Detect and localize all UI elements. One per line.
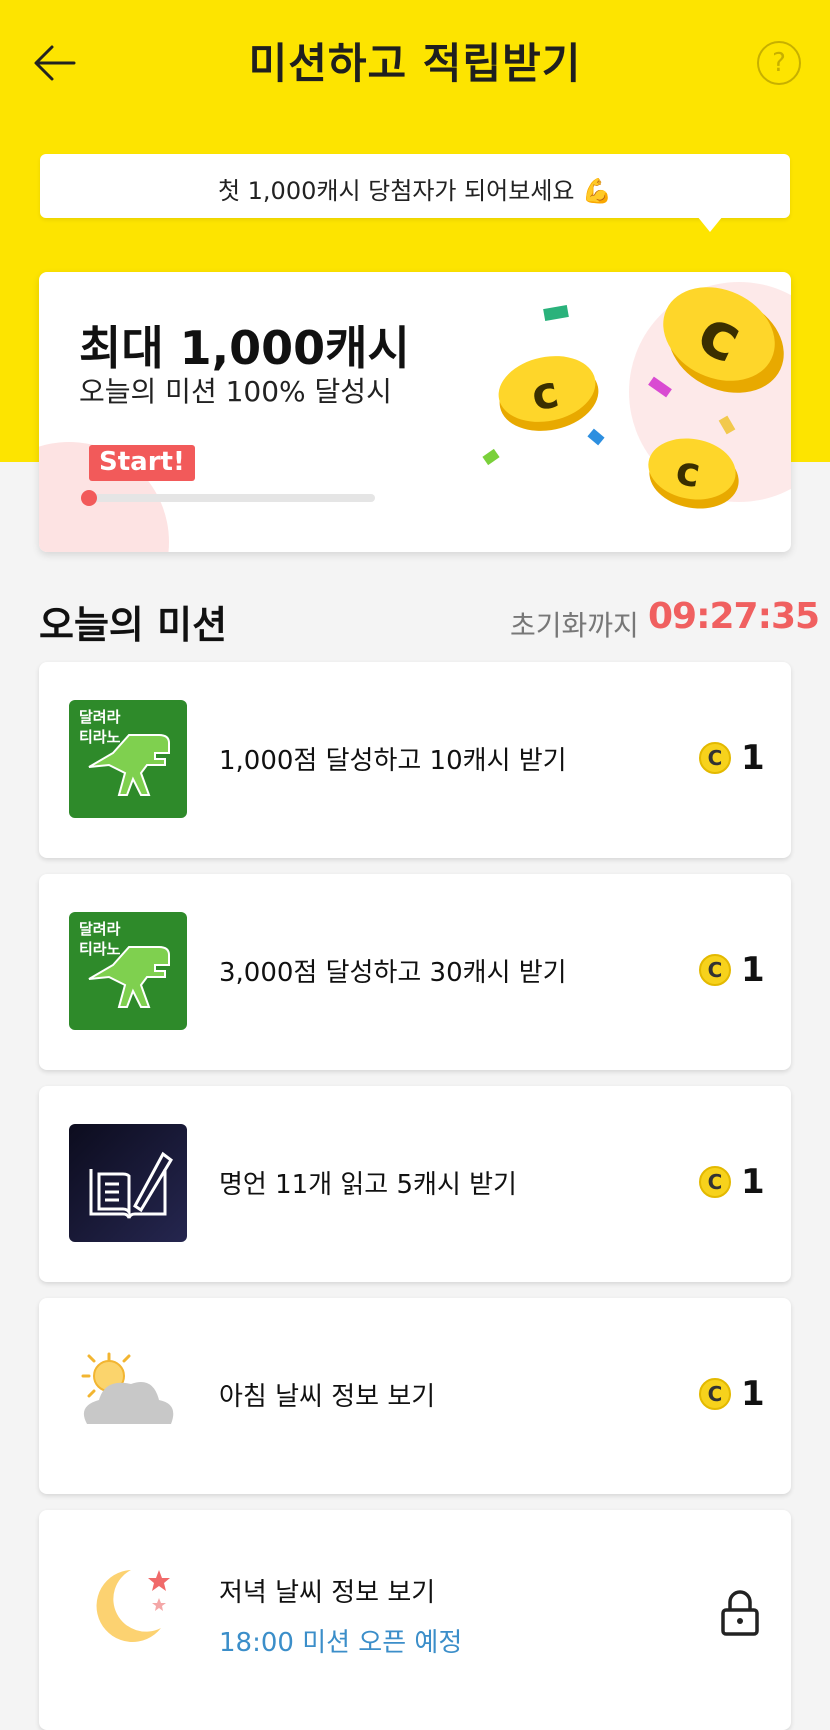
hero-subtitle: 오늘의 미션 100% 달성시 — [79, 375, 392, 408]
start-badge: Start! — [89, 445, 195, 481]
promo-bubble-tail — [697, 216, 723, 232]
mission-progress-bar — [81, 490, 375, 506]
dino-game-thumb: 달려라 티라노 — [69, 700, 187, 818]
svg-text:달려라: 달려라 — [79, 708, 121, 726]
svg-text:달려라: 달려라 — [79, 920, 121, 938]
sun-cloud-icon — [69, 1336, 187, 1454]
reset-label: 초기화까지 — [510, 609, 639, 642]
progress-dot — [81, 490, 97, 506]
mission-text: 아침 날씨 정보 보기 — [219, 1382, 436, 1412]
coin-icon: C — [699, 742, 731, 774]
mission-card[interactable]: 명언 11개 읽고 5캐시 받기 C 1 — [39, 1086, 791, 1282]
help-button[interactable]: ? — [757, 41, 801, 85]
dino-game-thumb: 달려라 티라노 — [69, 912, 187, 1030]
reward-amount: 1 — [741, 1162, 765, 1202]
reset-timer: 09:27:35 — [648, 596, 820, 637]
promo-bubble-text: 첫 1,000캐시 당첨자가 되어보세요 💪 — [217, 177, 613, 205]
top-bar: 미션하고 적립받기 ? — [0, 0, 830, 120]
mission-open-time: 18:00 미션 오픈 예정 — [219, 1628, 463, 1658]
reward-amount: 1 — [741, 950, 765, 990]
mission-text: 1,000점 달성하고 10캐시 받기 — [219, 746, 567, 776]
mission-card[interactable]: 달려라 티라노 1,000점 달성하고 10캐시 받기 C 1 — [39, 662, 791, 858]
coin-icon: C — [699, 1166, 731, 1198]
hero-title: 최대 1,000캐시 — [79, 321, 410, 375]
coin-icon: C — [699, 1378, 731, 1410]
coin-icon: C — [699, 954, 731, 986]
help-icon: ? — [772, 48, 786, 78]
reward-amount: 1 — [741, 738, 765, 778]
promo-bubble: 첫 1,000캐시 당첨자가 되어보세요 💪 — [40, 154, 790, 218]
page-title: 미션하고 적립받기 — [248, 39, 582, 88]
mission-card[interactable]: 아침 날씨 정보 보기 C 1 — [39, 1298, 791, 1494]
mission-card-locked[interactable]: 저녁 날씨 정보 보기 18:00 미션 오픈 예정 — [39, 1510, 791, 1730]
mission-text: 3,000점 달성하고 30캐시 받기 — [219, 958, 567, 988]
section-title: 오늘의 미션 — [39, 603, 228, 647]
mission-card[interactable]: 달려라 티라노 3,000점 달성하고 30캐시 받기 C 1 — [39, 874, 791, 1070]
coins-illustration: c c c — [482, 287, 784, 509]
svg-text:티라노: 티라노 — [79, 940, 121, 958]
reward-hero-card: 최대 1,000캐시 오늘의 미션 100% 달성시 Start! c c c — [39, 272, 791, 552]
mission-text: 명언 11개 읽고 5캐시 받기 — [219, 1170, 517, 1200]
mission-text: 저녁 날씨 정보 보기 — [219, 1578, 436, 1608]
svg-text:티라노: 티라노 — [79, 728, 121, 746]
book-pen-thumb — [69, 1124, 187, 1242]
reward-amount: 1 — [741, 1374, 765, 1414]
lock-icon — [721, 1590, 759, 1636]
moon-stars-icon — [69, 1548, 187, 1666]
